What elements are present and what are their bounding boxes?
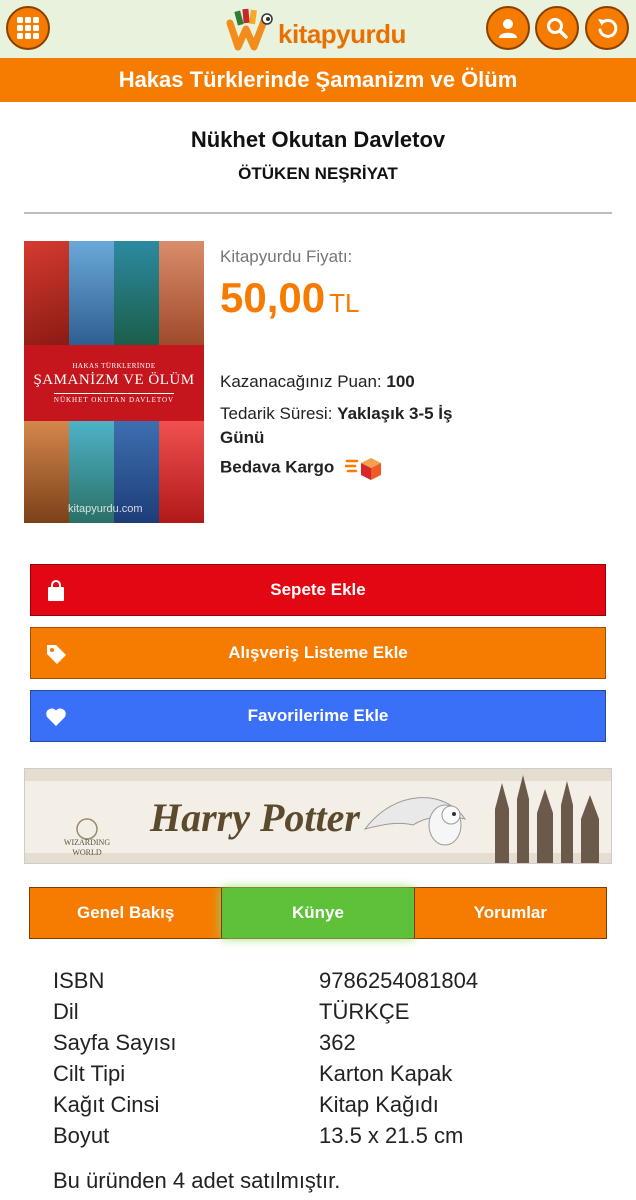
price-amount: 50,00 <box>220 274 326 321</box>
spec-key: ISBN <box>53 967 105 993</box>
site-logo[interactable]: kitapyurdu <box>226 6 406 52</box>
cover-small-title: HAKAS TÜRKLERİNDE <box>72 362 156 370</box>
add-to-list-button[interactable]: Alışveriş Listeme Ekle <box>30 627 606 679</box>
product-title-band: Hakas Türklerinde Şamanizm ve Ölüm <box>0 58 636 102</box>
back-arrow-icon <box>598 18 618 38</box>
spec-value: Karton Kapak <box>319 1060 453 1086</box>
tab-imprint[interactable]: Künye <box>221 888 414 938</box>
spec-value: TÜRKÇE <box>319 998 410 1024</box>
free-shipping-label: Bedava Kargo <box>220 457 335 477</box>
author-name[interactable]: Nükhet Okutan Davletov <box>0 127 636 153</box>
spec-key: Boyut <box>53 1122 110 1148</box>
heart-icon <box>46 708 66 726</box>
cover-author: NÜKHET OKUTAN DAVLETOV <box>53 393 175 404</box>
tab-reviews[interactable]: Yorumlar <box>413 888 606 938</box>
price-currency: TL <box>329 288 360 318</box>
search-button[interactable] <box>535 6 579 50</box>
banner-line2: WORLD <box>72 848 102 857</box>
spec-key: Sayfa Sayısı <box>53 1029 177 1055</box>
product-title: Hakas Türklerinde Şamanizm ve Ölüm <box>118 67 518 92</box>
search-icon <box>547 18 568 39</box>
add-to-favorites-label: Favorilerime Ekle <box>247 706 389 725</box>
supply-value: Yaklaşık 3-5 İş <box>337 404 453 423</box>
back-button[interactable] <box>585 6 629 50</box>
spec-value: 13.5 x 21.5 cm <box>319 1122 464 1148</box>
spec-value: 362 <box>319 1029 356 1055</box>
add-to-cart-label: Sepete Ekle <box>270 580 366 599</box>
tag-icon <box>47 645 66 664</box>
shopping-bag-icon <box>48 580 64 601</box>
spec-key: Cilt Tipi <box>53 1060 126 1086</box>
spec-row: ISBN 9786254081804 <box>53 965 613 996</box>
add-to-favorites-button[interactable]: Favorilerime Ekle <box>30 690 606 742</box>
spec-row: Kağıt Cinsi Kitap Kağıdı <box>53 1089 613 1120</box>
spec-row: Cilt Tipi Karton Kapak <box>53 1058 613 1089</box>
publisher-name[interactable]: ÖTÜKEN NEŞRİYAT <box>0 164 636 184</box>
banner-line1: WIZARDING <box>64 838 110 847</box>
add-to-list-label: Alışveriş Listeme Ekle <box>228 643 408 662</box>
spec-row: Dil TÜRKÇE <box>53 996 613 1027</box>
account-button[interactable] <box>486 6 530 50</box>
detail-tabs: Genel Bakış Künye Yorumlar <box>29 887 607 939</box>
menu-button[interactable] <box>6 6 50 50</box>
logo-mark-icon <box>226 8 273 51</box>
spec-value: 9786254081804 <box>319 967 479 993</box>
spec-row: Boyut 13.5 x 21.5 cm <box>53 1120 613 1151</box>
banner-artwork: WIZARDING WORLD Harry Potter <box>25 769 611 863</box>
spec-key: Kağıt Cinsi <box>53 1091 160 1117</box>
book-cover-image[interactable]: HAKAS TÜRKLERİNDE ŞAMANİZM VE ÖLÜM NÜKHE… <box>24 241 204 523</box>
spec-key: Dil <box>53 998 79 1024</box>
divider <box>24 212 612 214</box>
supply-line: Tedarik Süresi: Yaklaşık 3-5 İş <box>220 404 453 424</box>
logo-text: kitapyurdu <box>278 18 406 49</box>
price: 50,00 TL <box>220 274 359 322</box>
points-label: Kazanacağınız Puan: <box>220 372 382 391</box>
cover-big-title: ŞAMANİZM VE ÖLÜM <box>33 372 195 388</box>
spec-value: Kitap Kağıdı <box>319 1091 439 1117</box>
price-label: Kitapyurdu Fiyatı: <box>220 247 353 266</box>
grid-menu-icon <box>17 17 39 39</box>
banner-brand: Harry Potter <box>149 795 360 840</box>
cover-title-area: HAKAS TÜRKLERİNDE ŞAMANİZM VE ÖLÜM NÜKHE… <box>24 345 204 421</box>
harry-potter-banner[interactable]: WIZARDING WORLD Harry Potter <box>24 768 612 864</box>
sold-count-text: Bu üründen 4 adet satılmıştır. <box>53 1168 341 1193</box>
points-line: Kazanacağınız Puan: 100 <box>220 372 415 392</box>
cover-watermark: kitapyurdu.com <box>68 503 143 515</box>
user-icon <box>499 19 517 38</box>
shipping-line: Bedava Kargo <box>220 455 383 481</box>
tab-overview[interactable]: Genel Bakış <box>30 888 222 938</box>
top-bar: kitapyurdu <box>0 0 636 58</box>
supply-label: Tedarik Süresi: <box>220 404 333 423</box>
cargo-box-icon <box>345 458 382 480</box>
supply-line-2: Günü <box>220 428 264 448</box>
add-to-cart-button[interactable]: Sepete Ekle <box>30 564 606 616</box>
spec-table: ISBN 9786254081804 Dil TÜRKÇE Sayfa Sayı… <box>53 965 613 1151</box>
supply-value-cont: Günü <box>220 428 265 447</box>
points-value: 100 <box>386 372 415 391</box>
spec-row: Sayfa Sayısı 362 <box>53 1027 613 1058</box>
